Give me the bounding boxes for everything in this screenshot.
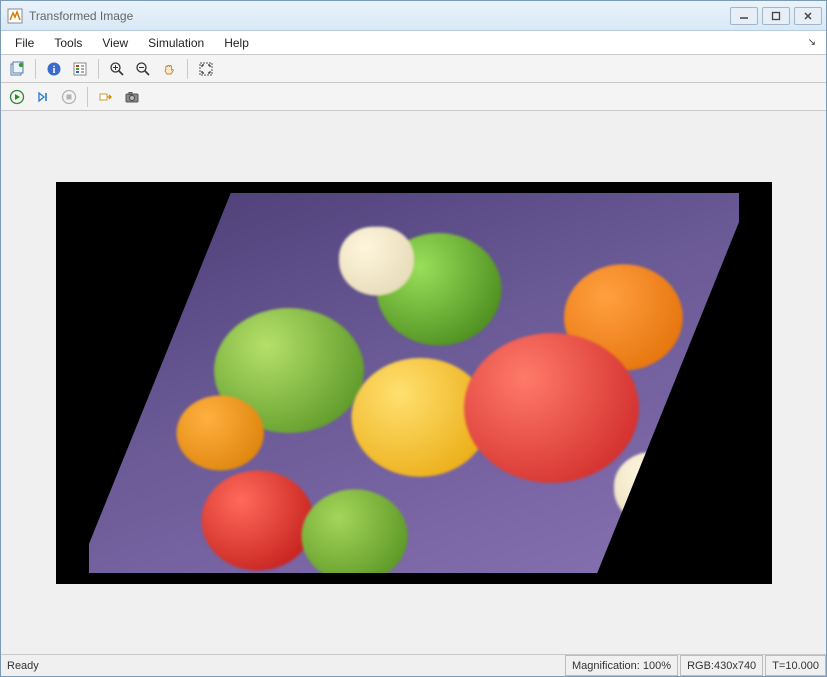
magnification-value: 100%: [643, 660, 671, 672]
time-label: T=: [772, 660, 785, 672]
rgb-label: RGB:: [687, 660, 714, 672]
maximize-button[interactable]: [762, 7, 790, 25]
status-ready: Ready: [1, 655, 563, 676]
displayed-image: [56, 182, 772, 584]
highlight-block-button[interactable]: [94, 86, 118, 108]
titlebar: Transformed Image: [1, 1, 826, 31]
new-figure-button[interactable]: [5, 58, 29, 80]
close-button[interactable]: [794, 7, 822, 25]
menu-help[interactable]: Help: [214, 31, 259, 54]
svg-text:i: i: [53, 65, 56, 76]
menu-simulation[interactable]: Simulation: [138, 31, 214, 54]
window-title: Transformed Image: [29, 9, 730, 23]
status-rgb: RGB: 430x740: [680, 655, 763, 676]
menu-file[interactable]: File: [5, 31, 44, 54]
magnification-label: Magnification:: [572, 660, 640, 672]
stop-button[interactable]: [57, 86, 81, 108]
pan-button[interactable]: [157, 58, 181, 80]
app-icon: [7, 8, 23, 24]
minimize-button[interactable]: [730, 7, 758, 25]
menu-tools[interactable]: Tools: [44, 31, 92, 54]
zoom-out-button[interactable]: [131, 58, 155, 80]
settings-button[interactable]: [68, 58, 92, 80]
run-button[interactable]: [5, 86, 29, 108]
statusbar: Ready Magnification: 100% RGB: 430x740 T…: [1, 654, 826, 676]
fit-to-view-button[interactable]: [194, 58, 218, 80]
menubar: File Tools View Simulation Help ↘: [1, 31, 826, 55]
toolbar-sim: [1, 83, 826, 111]
status-time: T= 10.000: [765, 655, 826, 676]
menu-view[interactable]: View: [92, 31, 138, 54]
snapshot-button[interactable]: [120, 86, 144, 108]
step-forward-button[interactable]: [31, 86, 55, 108]
rgb-value: 430x740: [714, 660, 756, 672]
info-button[interactable]: i: [42, 58, 66, 80]
toolbar-view: i: [1, 55, 826, 83]
status-magnification: Magnification: 100%: [565, 655, 678, 676]
window-controls: [730, 7, 822, 25]
time-value: 10.000: [785, 660, 819, 672]
zoom-in-button[interactable]: [105, 58, 129, 80]
undock-icon[interactable]: ↘: [802, 31, 822, 54]
image-viewport[interactable]: [1, 111, 826, 654]
